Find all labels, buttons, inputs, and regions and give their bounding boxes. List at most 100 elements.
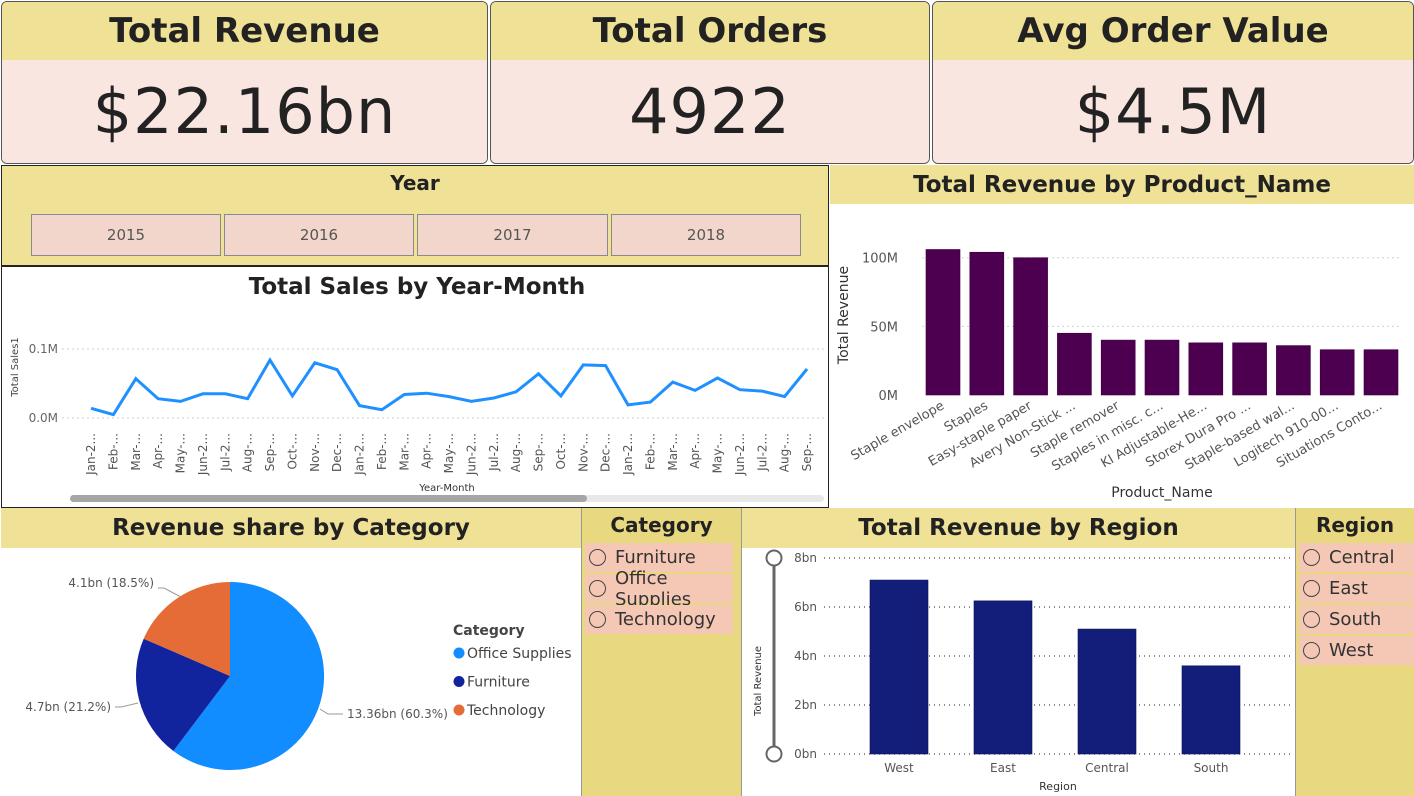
line-xtick-label: Feb-... bbox=[643, 433, 657, 470]
radio-icon[interactable] bbox=[1303, 549, 1320, 566]
region-option-south[interactable]: South bbox=[1299, 605, 1414, 634]
line-xtick-label: Dec-... bbox=[330, 433, 344, 472]
kpi-card-revenue: Total Revenue $22.16bn bbox=[1, 1, 488, 164]
product-bar bbox=[1013, 257, 1048, 396]
radio-icon[interactable] bbox=[1303, 642, 1320, 659]
line-xtick-label: Jun-2... bbox=[464, 433, 478, 476]
line-xtick-label: Aug-... bbox=[241, 433, 255, 472]
line-xtick-label: Dec-... bbox=[599, 433, 613, 472]
product-bar bbox=[1232, 342, 1267, 396]
region-option-west[interactable]: West bbox=[1299, 636, 1414, 665]
product-bar bbox=[1100, 339, 1136, 396]
kpi-revenue-value: $22.16bn bbox=[2, 60, 487, 163]
product-chart-ylabel: Total Revenue bbox=[836, 266, 852, 365]
year-option-2017[interactable]: 2017 bbox=[417, 214, 608, 256]
line-xtick-label: Jul-2... bbox=[218, 433, 232, 472]
line-xtick-label: Mar-... bbox=[129, 433, 143, 471]
line-xtick-label: Jun-2... bbox=[196, 433, 210, 476]
line-xtick-label: Feb-... bbox=[375, 433, 389, 470]
pie-data-label: 4.7bn (21.2%) bbox=[25, 700, 111, 714]
region-chart-title: Total Revenue by Region bbox=[742, 508, 1295, 548]
region-bar bbox=[1181, 665, 1241, 755]
region-slicer-title: Region bbox=[1315, 513, 1395, 537]
pie-data-label: 4.1bn (18.5%) bbox=[68, 576, 154, 590]
product-ytick-label: 50M bbox=[870, 320, 898, 335]
product-bar bbox=[925, 249, 961, 396]
zoom-slider-handle-top[interactable] bbox=[765, 549, 783, 567]
region-ytick-label: 8bn bbox=[794, 551, 817, 565]
line-xtick-label: Sep-... bbox=[263, 433, 277, 471]
product-bar-chart: Total Revenue Product_Name 0M50M100M Sta… bbox=[836, 249, 1400, 501]
radio-icon[interactable] bbox=[589, 549, 606, 566]
year-option-2016[interactable]: 2016 bbox=[224, 214, 414, 256]
region-bar bbox=[973, 600, 1033, 755]
region-xtick-label: East bbox=[990, 761, 1016, 775]
region-chart-xlabel: Region bbox=[1039, 780, 1077, 793]
pie-legend-title: Category bbox=[453, 623, 525, 639]
pie-legend-marker bbox=[453, 704, 465, 716]
region-chart-ylabel: Total Revenue bbox=[753, 646, 764, 717]
line-xtick-label: Oct-... bbox=[285, 433, 299, 470]
product-chart-title: Total Revenue by Product_Name bbox=[830, 165, 1414, 204]
region-xtick-label: South bbox=[1194, 761, 1229, 775]
line-xtick-label: Aug-... bbox=[778, 433, 792, 472]
line-xtick-label: Apr-... bbox=[151, 433, 165, 469]
pie-legend-marker bbox=[453, 676, 465, 687]
line-xtick-label: May-... bbox=[711, 433, 725, 473]
pie-leader-line bbox=[158, 587, 182, 598]
line-chart-xlabel: Year-Month bbox=[418, 483, 474, 494]
region-chart-panel: Total Revenue by Region Total Revenue Re… bbox=[741, 508, 1295, 796]
region-option-central[interactable]: Central bbox=[1299, 543, 1414, 572]
radio-icon[interactable] bbox=[589, 580, 606, 597]
product-bar bbox=[1057, 332, 1092, 396]
line-xtick-label: Oct-... bbox=[554, 433, 568, 470]
line-xtick-label: Jul-2... bbox=[487, 433, 501, 472]
region-ytick-label: 6bn bbox=[794, 600, 817, 614]
line-xtick-label: Jul-2... bbox=[755, 433, 769, 472]
line-xtick-label: Jun-2... bbox=[733, 433, 747, 476]
region-option-label: Central bbox=[1329, 547, 1395, 568]
line-chart-ylabel: Total Sales1 bbox=[10, 337, 21, 398]
scrollbar-thumb[interactable] bbox=[70, 495, 587, 502]
kpi-aov-value: $4.5M bbox=[933, 60, 1413, 163]
radio-icon[interactable] bbox=[1303, 611, 1320, 628]
kpi-orders-value: 4922 bbox=[491, 60, 929, 163]
pie-chart: 13.36bn (60.3%) 4.7bn (21.2%) 4.1bn (18.5%… bbox=[25, 576, 572, 770]
radio-icon[interactable] bbox=[1303, 580, 1320, 597]
region-ytick-label: 2bn bbox=[794, 698, 817, 712]
product-chart-xlabel: Product_Name bbox=[1111, 485, 1212, 501]
product-bar bbox=[1319, 349, 1355, 396]
line-ytick-label: 0.1M bbox=[29, 342, 58, 356]
category-option-technology[interactable]: Technology bbox=[585, 605, 733, 634]
radio-icon[interactable] bbox=[589, 611, 606, 628]
category-slicer-title: Category bbox=[610, 513, 713, 537]
region-option-east[interactable]: East bbox=[1299, 574, 1414, 603]
category-option-label: Office Supplies bbox=[615, 567, 692, 610]
pie-leader-line bbox=[319, 708, 343, 715]
region-bar-chart: Total Revenue Region 0bn 2bn 4bn 6bn 8bn Wes… bbox=[753, 549, 1290, 793]
pie-chart-title: Revenue share by Category bbox=[1, 508, 581, 548]
line-xtick-label: Apr-... bbox=[688, 433, 702, 469]
region-xtick-label: Central bbox=[1085, 761, 1129, 775]
product-ytick-label: 100M bbox=[862, 252, 898, 267]
category-option-office-supplies[interactable]: Office Supplies bbox=[585, 568, 733, 610]
line-xtick-label: May-... bbox=[174, 433, 188, 473]
pie-legend-label: Furniture bbox=[467, 675, 530, 691]
line-series bbox=[90, 357, 809, 417]
kpi-card-aov: Avg Order Value $4.5M bbox=[932, 1, 1414, 164]
product-ytick-label: 0M bbox=[879, 389, 899, 404]
kpi-orders-title: Total Orders bbox=[491, 2, 929, 60]
region-option-label: East bbox=[1329, 578, 1368, 599]
pie-legend-label: Office Supplies bbox=[467, 646, 572, 662]
region-bar bbox=[1077, 628, 1137, 755]
year-option-2015[interactable]: 2015 bbox=[31, 214, 221, 256]
region-option-label: South bbox=[1329, 609, 1382, 630]
pie-legend-label: Technology bbox=[466, 703, 545, 719]
kpi-card-orders: Total Orders 4922 bbox=[490, 1, 930, 164]
line-chart: Total Sales by Year-Month Total Sales1 Y… bbox=[10, 274, 824, 502]
zoom-slider-handle-bottom[interactable] bbox=[765, 745, 783, 763]
region-ytick-label: 4bn bbox=[794, 649, 817, 663]
product-bar bbox=[1363, 349, 1399, 396]
product-chart-panel: Total Revenue by Product_Name Total Reve… bbox=[830, 165, 1414, 508]
year-option-2018[interactable]: 2018 bbox=[611, 214, 801, 256]
